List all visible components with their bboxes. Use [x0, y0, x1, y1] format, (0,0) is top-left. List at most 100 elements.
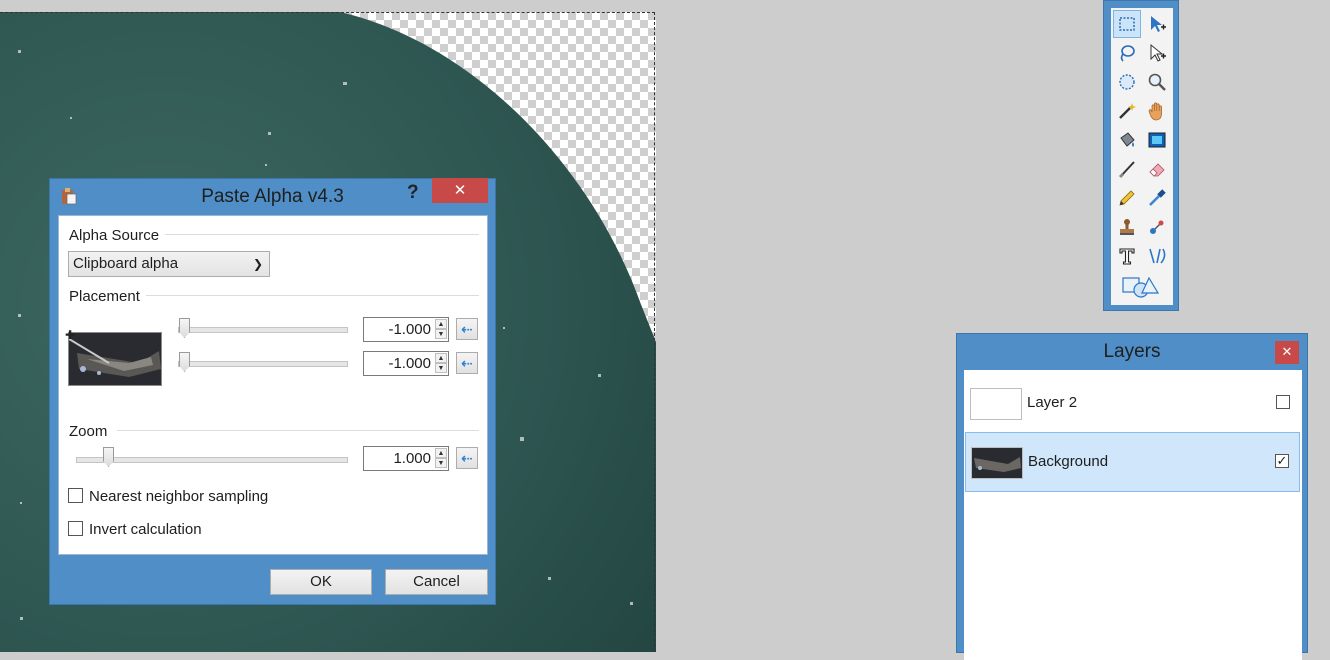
help-button[interactable]: ?	[407, 182, 419, 204]
rectangle-select-tool[interactable]	[1113, 10, 1141, 38]
nearest-neighbor-label: Nearest neighbor sampling	[89, 488, 269, 505]
close-button[interactable]: ✕	[432, 178, 488, 203]
shapes-tool[interactable]	[1121, 273, 1161, 301]
reset-zoom-button[interactable]: ⇠	[456, 447, 478, 469]
invert-calculation-option[interactable]: Invert calculation	[68, 521, 202, 538]
zoom-value: 1.000	[393, 450, 431, 467]
move-pixels-icon	[1151, 16, 1166, 32]
magnifier-icon	[1148, 73, 1166, 91]
placement-x-track[interactable]	[178, 327, 348, 333]
move-selected-pixels-tool[interactable]	[1143, 10, 1171, 38]
pan-tool[interactable]	[1143, 97, 1171, 125]
gradient-tool[interactable]	[1143, 126, 1171, 154]
spin-up-icon[interactable]: ▲	[435, 319, 447, 329]
close-button[interactable]: ✕	[1275, 341, 1299, 364]
eraser-tool[interactable]	[1143, 155, 1171, 183]
hand-icon	[1148, 102, 1162, 121]
layer-visibility-checkbox[interactable]: ✓	[1275, 454, 1289, 468]
paste-alpha-dialog: Paste Alpha v4.3 ? ✕ Alpha Source Clipbo…	[49, 178, 496, 605]
layer-row-background[interactable]: Background ✓	[965, 432, 1300, 492]
gradient-icon	[1148, 132, 1166, 148]
ellipse-select-tool[interactable]	[1113, 68, 1141, 96]
spin-down-icon[interactable]: ▼	[435, 363, 447, 373]
zoom-track[interactable]	[76, 457, 348, 463]
invert-calculation-checkbox[interactable]	[68, 521, 83, 536]
alpha-source-select[interactable]: Clipboard alpha ❯	[68, 251, 270, 277]
layers-title: Layers	[1103, 341, 1161, 362]
placement-y-spinner[interactable]: -1.000 ▲ ▼	[363, 351, 449, 376]
placement-x-slider[interactable]	[179, 318, 190, 338]
move-selection-icon	[1150, 43, 1166, 62]
checkmark-icon: ✓	[1276, 453, 1288, 468]
placement-x-spinner[interactable]: -1.000 ▲ ▼	[363, 317, 449, 342]
placement-y-slider[interactable]	[179, 352, 190, 372]
eyedropper-icon	[1149, 189, 1166, 206]
paint-bucket-icon	[1120, 132, 1135, 147]
color-picker-tool[interactable]	[1143, 184, 1171, 212]
layer-row-layer-2[interactable]: Layer 2	[965, 374, 1300, 434]
zoom-spinner[interactable]: 1.000 ▲ ▼	[363, 446, 449, 471]
paintbrush-tool[interactable]	[1113, 155, 1141, 183]
text-icon	[1119, 248, 1135, 265]
shapes-icon	[1122, 276, 1160, 298]
dialog-title: Paste Alpha v4.3	[201, 186, 344, 207]
move-selection-tool[interactable]	[1143, 39, 1171, 67]
placement-label: Placement	[69, 288, 146, 305]
reset-placement-x-button[interactable]: ⇠	[456, 318, 478, 340]
layers-window: Layers ✕ Layer 2 Background ✓	[956, 333, 1308, 660]
line-curve-tool[interactable]	[1143, 242, 1171, 270]
divider	[117, 430, 479, 431]
stamp-icon	[1120, 219, 1134, 235]
arrow-left-icon: ⇠	[461, 450, 473, 466]
alpha-source-value: Clipboard alpha	[73, 255, 179, 272]
spin-up-icon[interactable]: ▲	[435, 448, 447, 458]
arrow-left-icon: ⇠	[461, 355, 473, 371]
lasso-icon	[1120, 45, 1135, 62]
dialog-content: Alpha Source Clipboard alpha ❯ Placement…	[58, 215, 488, 555]
placement-x-value: -1.000	[388, 321, 431, 338]
layers-list: Layer 2 Background ✓	[964, 370, 1302, 660]
spin-down-icon[interactable]: ▼	[435, 329, 447, 339]
alpha-source-label: Alpha Source	[69, 227, 166, 244]
divider	[139, 295, 479, 296]
divider	[159, 234, 479, 235]
zoom-label: Zoom	[69, 423, 114, 440]
zoom-tool[interactable]	[1143, 68, 1171, 96]
lasso-select-tool[interactable]	[1113, 39, 1141, 67]
clone-stamp-tool[interactable]	[1113, 213, 1141, 241]
recolor-icon	[1150, 220, 1164, 234]
spin-down-icon[interactable]: ▼	[435, 458, 447, 468]
layer-visibility-checkbox[interactable]	[1276, 395, 1290, 409]
magic-wand-tool[interactable]	[1113, 97, 1141, 125]
chevron-down-icon: ❯	[252, 257, 263, 271]
layer-name: Background	[1028, 453, 1109, 470]
crosshair-icon: ✚	[65, 328, 76, 342]
ok-button[interactable]: OK	[270, 569, 372, 595]
ellipse-select-icon	[1119, 74, 1135, 90]
nearest-neighbor-option[interactable]: Nearest neighbor sampling	[68, 488, 268, 505]
reset-placement-y-button[interactable]: ⇠	[456, 352, 478, 374]
placement-y-value: -1.000	[388, 355, 431, 372]
pencil-tool[interactable]	[1113, 184, 1141, 212]
placement-preview-image[interactable]	[68, 332, 162, 386]
paint-bucket-tool[interactable]	[1113, 126, 1141, 154]
layer-thumbnail	[971, 447, 1023, 479]
nearest-neighbor-checkbox[interactable]	[68, 488, 83, 503]
tools-grid	[1111, 8, 1173, 305]
text-tool[interactable]	[1113, 242, 1141, 270]
eraser-icon	[1149, 163, 1165, 177]
pencil-icon	[1119, 190, 1135, 206]
layer-name: Layer 2	[1027, 394, 1078, 411]
magic-wand-icon	[1119, 103, 1136, 119]
line-curve-icon	[1149, 248, 1166, 264]
rectangle-select-icon	[1119, 17, 1135, 31]
spin-up-icon[interactable]: ▲	[435, 353, 447, 363]
recolor-tool[interactable]	[1143, 213, 1171, 241]
invert-calculation-label: Invert calculation	[89, 521, 202, 538]
tools-window	[1103, 0, 1179, 311]
cancel-button[interactable]: Cancel	[385, 569, 488, 595]
arrow-left-icon: ⇠	[461, 321, 473, 337]
placement-y-track[interactable]	[178, 361, 348, 367]
zoom-slider[interactable]	[103, 447, 114, 467]
layer-thumbnail	[970, 388, 1022, 420]
